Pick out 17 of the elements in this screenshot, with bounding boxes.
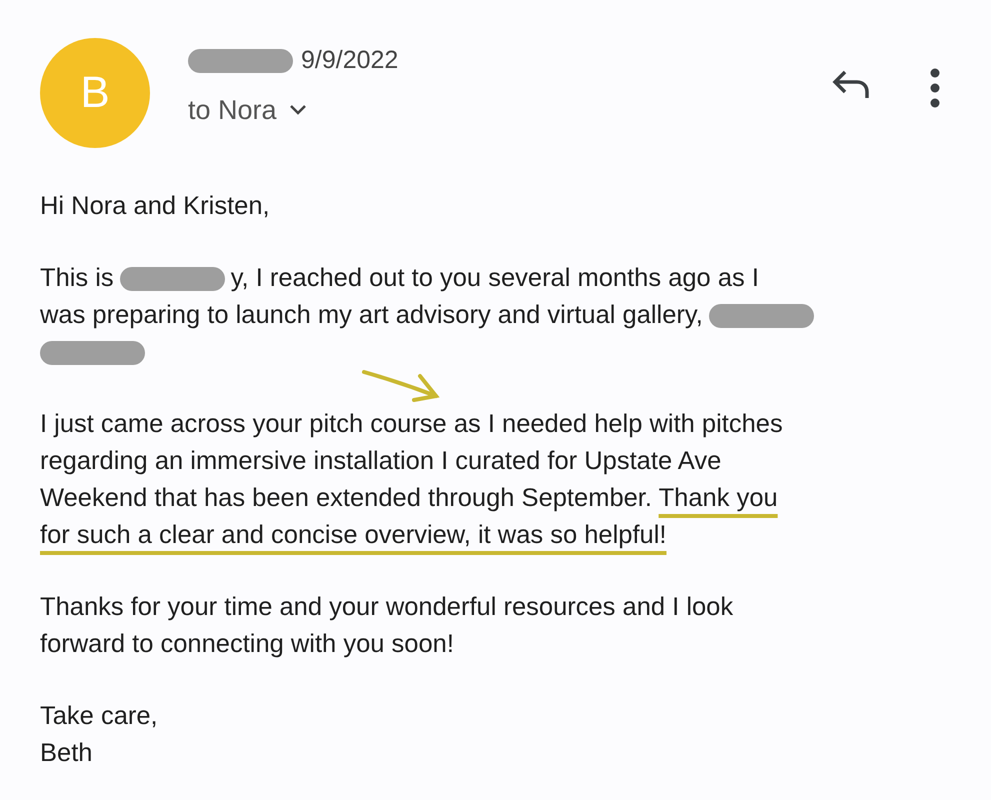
text-line: was preparing to launch my art advisory and virtual gallery, <box>40 300 703 331</box>
text-line: I just came across your pitch course as I needed help with pitches <box>40 409 783 440</box>
text-line: y, I reached out to you several months ago as I <box>230 263 759 294</box>
date-label: 9/9/2022 <box>301 45 398 76</box>
recipient-label: to Nora <box>188 94 277 126</box>
more-options-icon[interactable] <box>929 68 941 108</box>
text-line: regarding an immersive installation I curated for Upstate Ave <box>40 446 722 477</box>
text-line: Take care, <box>40 701 158 732</box>
text-line: Beth <box>40 738 92 769</box>
avatar: B <box>40 38 150 148</box>
text-line: Thanks for your time and your wonderful resources and I look <box>40 592 734 623</box>
text-line: forward to connecting with you soon! <box>40 629 454 660</box>
text-line: Hi Nora and Kristen, <box>40 191 270 222</box>
text-line: for such a clear and concise overview, it was so helpful! <box>40 520 666 551</box>
chevron-down-icon[interactable] <box>288 104 307 116</box>
text-line: Weekend that has been extended through September. Thank you <box>40 483 778 514</box>
text-line: This is <box>40 263 114 294</box>
